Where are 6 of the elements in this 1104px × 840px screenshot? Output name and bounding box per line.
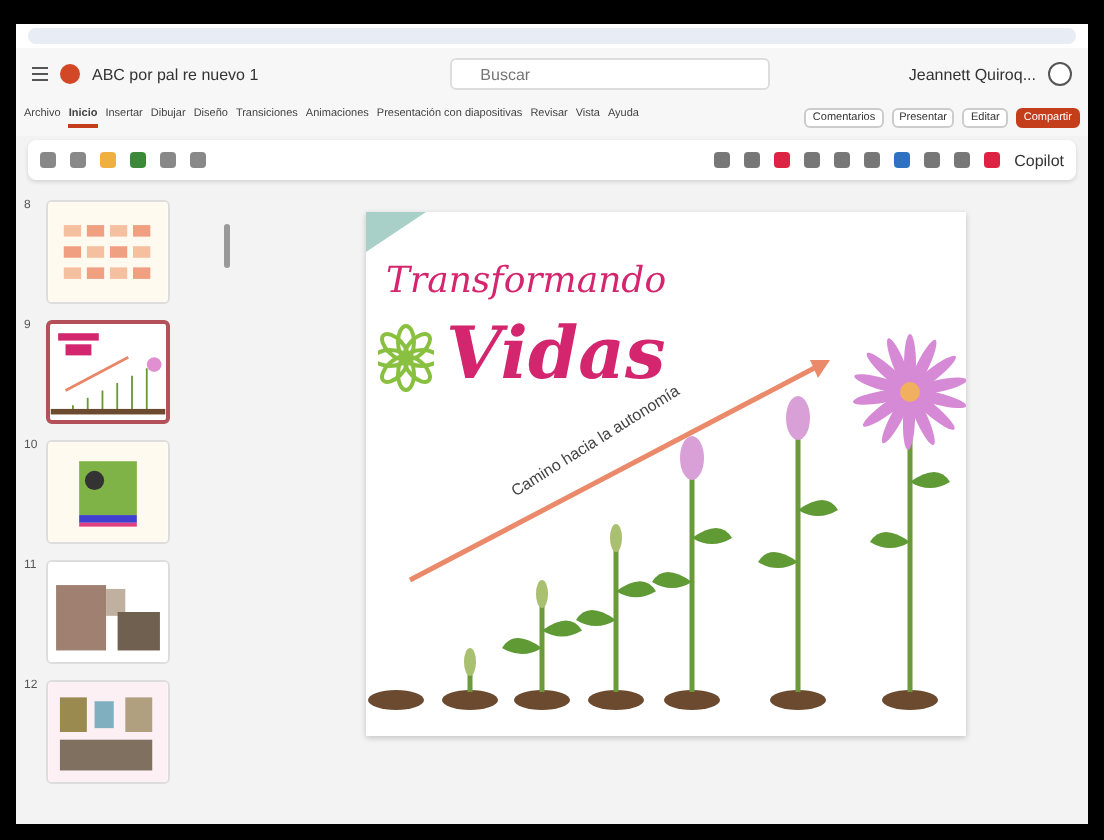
copilot-button[interactable]: Copilot <box>1014 151 1064 169</box>
search-field[interactable]: Buscar <box>450 58 771 90</box>
user-name[interactable]: Jeannett Quiroq... <box>908 65 1036 83</box>
slide-title: Vidas <box>446 312 666 396</box>
slide-title: Transformando <box>386 260 667 302</box>
file-name[interactable]: ABC por pal re nuevo 1 <box>92 65 259 83</box>
